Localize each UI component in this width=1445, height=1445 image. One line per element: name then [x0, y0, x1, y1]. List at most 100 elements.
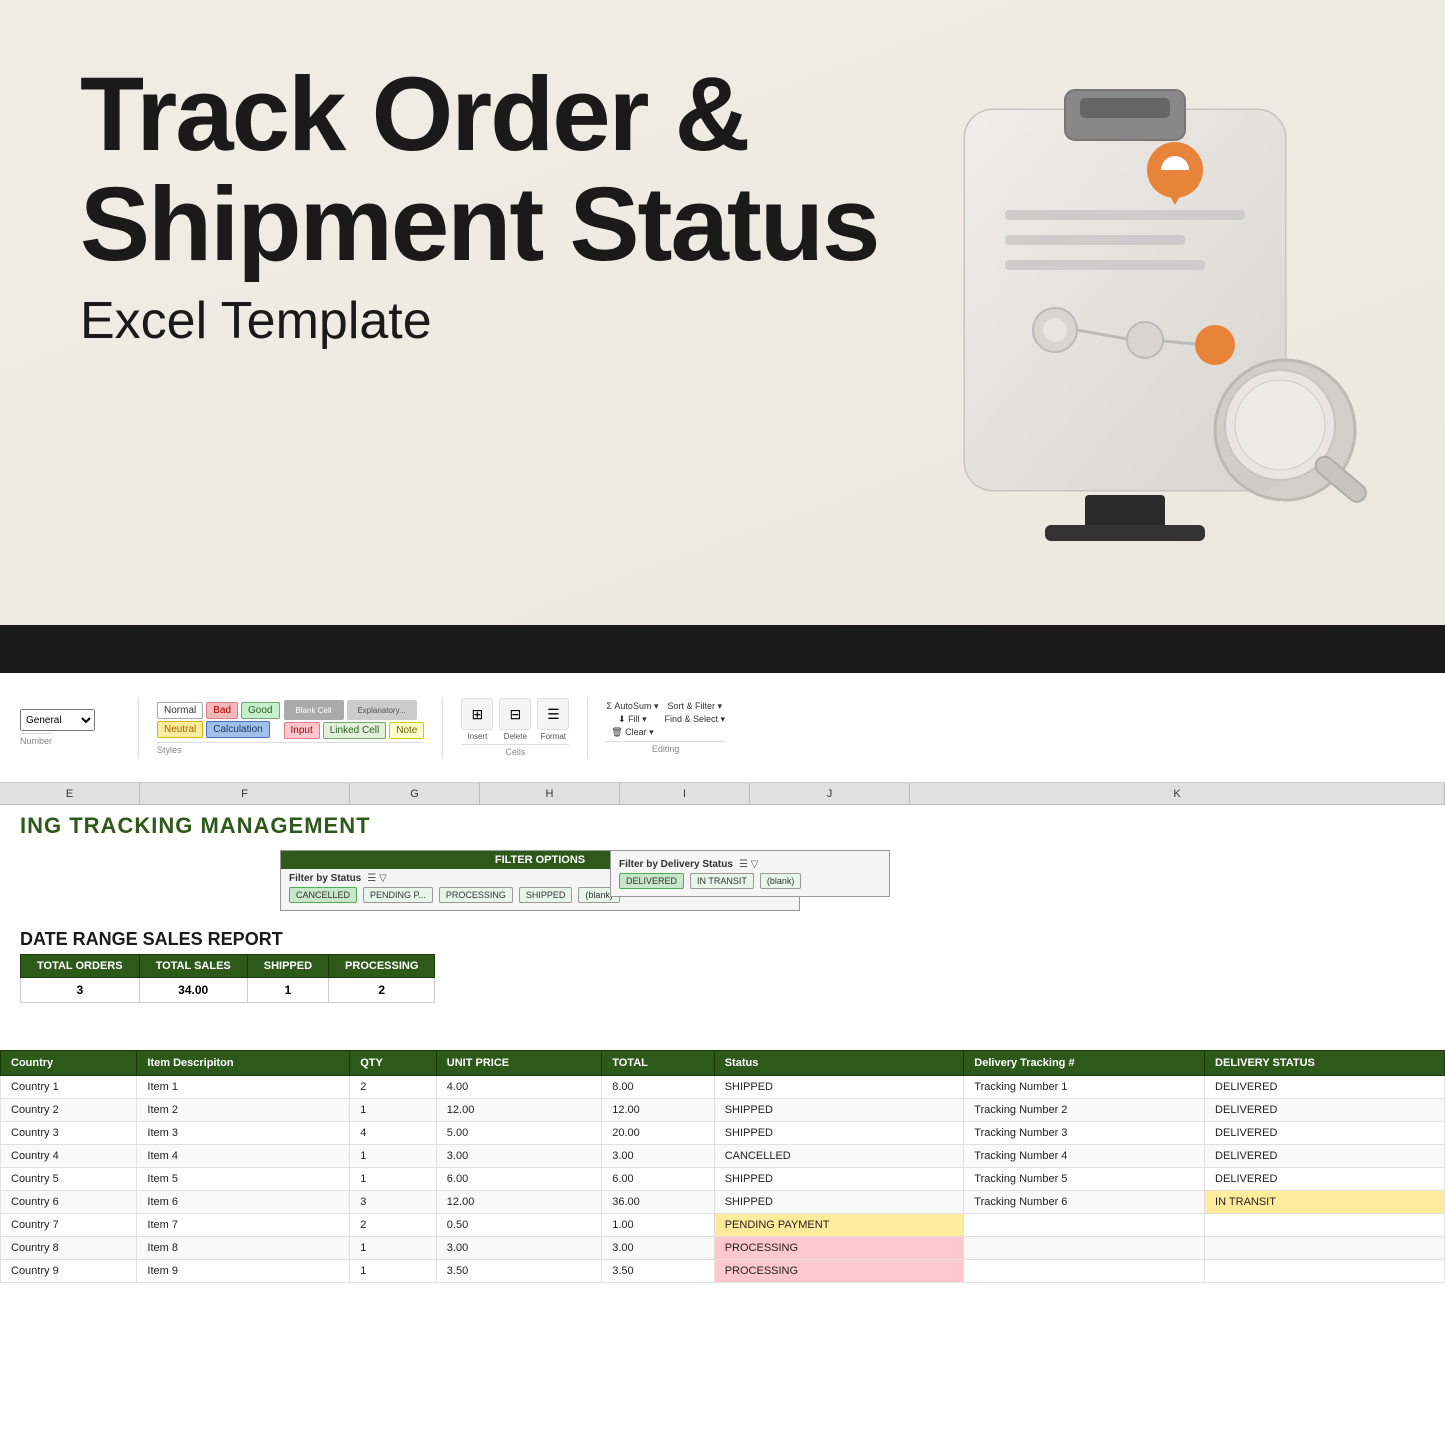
cell-country: Country 9 [1, 1260, 137, 1283]
summary-header-orders: TOTAL ORDERS [21, 955, 140, 978]
col-header-g: G [350, 783, 480, 804]
ribbon-format-icon: ☰ [537, 698, 569, 730]
th-country: Country [1, 1051, 137, 1076]
ribbon-autosum: Σ AutoSum ▾ [606, 701, 658, 712]
cell-delivery-status: IN TRANSIT [1205, 1191, 1445, 1214]
chip-in-transit[interactable]: IN TRANSIT [690, 873, 754, 889]
ribbon-styles-label: Styles [157, 742, 424, 755]
cell-item: Item 9 [137, 1260, 350, 1283]
ribbon-style-linked[interactable]: Linked Cell [323, 722, 386, 739]
cell-unit-price: 0.50 [436, 1214, 601, 1237]
cell-unit-price: 5.00 [436, 1122, 601, 1145]
cell-country: Country 7 [1, 1214, 137, 1237]
cell-qty: 3 [350, 1191, 437, 1214]
cell-status: CANCELLED [714, 1145, 964, 1168]
cell-unit-price: 4.00 [436, 1076, 601, 1099]
table-row: Country 2 Item 2 1 12.00 12.00 SHIPPED T… [1, 1099, 1445, 1122]
cell-qty: 1 [350, 1237, 437, 1260]
cell-item: Item 6 [137, 1191, 350, 1214]
th-qty: QTY [350, 1051, 437, 1076]
cell-delivery-status: DELIVERED [1205, 1122, 1445, 1145]
ribbon-style-bad[interactable]: Bad [206, 702, 238, 719]
summary-val-shipped: 1 [247, 978, 328, 1003]
monitor-top-bar [0, 625, 1445, 673]
main-title: Track Order & Shipment Status [80, 60, 878, 281]
cell-qty: 2 [350, 1214, 437, 1237]
cell-total: 3.00 [602, 1237, 714, 1260]
ribbon-style-neutral[interactable]: Neutral [157, 721, 203, 738]
cell-delivery-status [1205, 1214, 1445, 1237]
ribbon-cells-label: Cells [461, 744, 569, 757]
filter-delivery-label: Filter by Delivery Status [619, 859, 733, 870]
cell-status: SHIPPED [714, 1076, 964, 1099]
ribbon-style-note[interactable]: Note [389, 722, 424, 739]
cell-unit-price: 6.00 [436, 1168, 601, 1191]
cell-delivery-status: DELIVERED [1205, 1145, 1445, 1168]
chip-delivery-blank[interactable]: (blank) [760, 873, 802, 889]
cell-delivery-status: DELIVERED [1205, 1076, 1445, 1099]
ribbon-blank-cell: Blank Cell [284, 700, 344, 720]
cell-country: Country 6 [1, 1191, 137, 1214]
cell-tracking [964, 1237, 1205, 1260]
th-tracking: Delivery Tracking # [964, 1051, 1205, 1076]
data-table-container: Country Item Descripiton QTY UNIT PRICE … [0, 1050, 1445, 1283]
cell-delivery-status: DELIVERED [1205, 1168, 1445, 1191]
ribbon-style-input[interactable]: Input [284, 722, 320, 739]
cell-unit-price: 3.00 [436, 1145, 601, 1168]
ribbon-format-label: Format [541, 732, 566, 741]
cell-status: SHIPPED [714, 1191, 964, 1214]
cell-status: SHIPPED [714, 1168, 964, 1191]
table-row: Country 9 Item 9 1 3.50 3.50 PROCESSING [1, 1260, 1445, 1283]
summary-header-shipped: SHIPPED [247, 955, 328, 978]
chip-delivered[interactable]: DELIVERED [619, 873, 684, 889]
cell-qty: 1 [350, 1099, 437, 1122]
cell-qty: 4 [350, 1122, 437, 1145]
cell-qty: 2 [350, 1076, 437, 1099]
cell-total: 1.00 [602, 1214, 714, 1237]
cell-delivery-status: DELIVERED [1205, 1099, 1445, 1122]
cell-total: 6.00 [602, 1168, 714, 1191]
col-header-j: J [750, 783, 910, 804]
cell-tracking [964, 1214, 1205, 1237]
cell-delivery-status [1205, 1237, 1445, 1260]
cell-unit-price: 3.50 [436, 1260, 601, 1283]
ribbon-clear: 🗑 Clear ▾ [611, 727, 653, 738]
filter-delivery-chips[interactable]: DELIVERED IN TRANSIT (blank) [619, 873, 881, 889]
chip-pending[interactable]: PENDING P... [363, 887, 433, 903]
chip-shipped[interactable]: SHIPPED [519, 887, 573, 903]
cell-unit-price: 12.00 [436, 1191, 601, 1214]
chip-cancelled[interactable]: CANCELLED [289, 887, 357, 903]
col-header-i: I [620, 783, 750, 804]
cell-total: 3.00 [602, 1145, 714, 1168]
cell-unit-price: 3.00 [436, 1237, 601, 1260]
table-row: Country 1 Item 1 2 4.00 8.00 SHIPPED Tra… [1, 1076, 1445, 1099]
ribbon-explanatory: Explanatory... [347, 700, 417, 720]
cell-tracking: Tracking Number 1 [964, 1076, 1205, 1099]
sheet-title: ING TRACKING MANAGEMENT [20, 813, 371, 839]
cell-status: SHIPPED [714, 1122, 964, 1145]
table-row: Country 5 Item 5 1 6.00 6.00 SHIPPED Tra… [1, 1168, 1445, 1191]
cell-tracking [964, 1260, 1205, 1283]
cell-total: 8.00 [602, 1076, 714, 1099]
ribbon-sort-filter: Sort & Filter ▾ [667, 701, 722, 712]
summary-val-processing: 2 [329, 978, 435, 1003]
table-row: Country 4 Item 4 1 3.00 3.00 CANCELLED T… [1, 1145, 1445, 1168]
cell-total: 20.00 [602, 1122, 714, 1145]
cell-total: 36.00 [602, 1191, 714, 1214]
th-unit-price: UNIT PRICE [436, 1051, 601, 1076]
ribbon-insert-icon: ⊞ [461, 698, 493, 730]
data-table: Country Item Descripiton QTY UNIT PRICE … [0, 1050, 1445, 1283]
cell-country: Country 1 [1, 1076, 137, 1099]
title-line1: Track Order & [80, 56, 749, 173]
monitor-container: General Number Normal Bad Good Neutral C [0, 625, 1445, 1445]
ribbon-number-label: Number [20, 733, 52, 746]
ribbon-style-normal[interactable]: Normal [157, 702, 203, 719]
ribbon-style-calculation[interactable]: Calculation [206, 721, 269, 738]
ribbon-delete-label: Delete [504, 732, 527, 741]
ribbon-style-good[interactable]: Good [241, 702, 279, 719]
cell-item: Item 2 [137, 1099, 350, 1122]
th-total: TOTAL [602, 1051, 714, 1076]
number-format-select[interactable]: General [20, 709, 95, 731]
chip-processing[interactable]: PROCESSING [439, 887, 513, 903]
cell-item: Item 3 [137, 1122, 350, 1145]
